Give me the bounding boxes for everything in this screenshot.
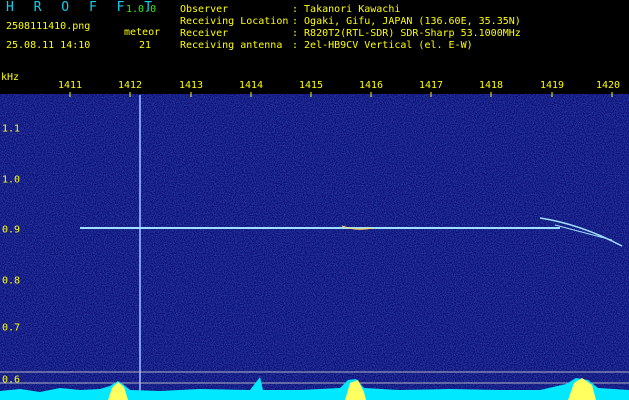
x-tick-label: 1419 [539, 80, 565, 91]
y-tick-label: 1.0 [2, 174, 21, 186]
x-tick-label: 1418 [478, 80, 504, 91]
datetime: 25.08.11 14:10 [6, 40, 91, 51]
x-tick-label: 1412 [117, 80, 143, 91]
x-tick-label: 1417 [418, 80, 444, 91]
y-tick-label: 0.7 [2, 322, 21, 334]
meteor-count: 21 [139, 40, 152, 51]
info-value-location: : Ogaki, Gifu, JAPAN (136.60E, 35.35N) [292, 16, 521, 27]
info-value-antenna: : 2el-HB9CV Vertical (el. E-W) [292, 40, 473, 51]
x-tick-label: 1411 [57, 80, 83, 91]
y-tick-label: 1.1 [2, 123, 21, 135]
spectrogram-noise [0, 94, 629, 400]
x-tick-label: 1416 [358, 80, 384, 91]
spectrogram [0, 92, 629, 400]
x-tick-label: 1420 [595, 80, 621, 91]
info-key-location: Receiving Location [180, 16, 289, 27]
y-tick-label: 0.8 [2, 275, 21, 287]
y-tick-label: 0.9 [2, 224, 21, 236]
y-tick-label: 0.6 [2, 374, 21, 386]
x-tick-label: 1413 [178, 80, 204, 91]
info-key-observer: Observer [180, 4, 229, 15]
app-version: 1.0.0 [126, 4, 157, 15]
info-value-observer: : Takanori Kawachi [292, 4, 401, 15]
file-name: 2508111410.png [6, 21, 91, 32]
axis-unit: kHz [1, 72, 20, 83]
info-key-receiver: Receiver [180, 28, 229, 39]
x-tick-label: 1415 [298, 80, 324, 91]
x-tick-label: 1414 [238, 80, 264, 91]
meteor-label: meteor [124, 27, 161, 38]
info-value-receiver: : R820T2(RTL-SDR) SDR-Sharp 53.1000MHz [292, 28, 521, 39]
info-key-antenna: Receiving antenna [180, 40, 283, 51]
header: H R O F F T 1.0.0 2508111410.png 25.08.1… [0, 0, 629, 72]
